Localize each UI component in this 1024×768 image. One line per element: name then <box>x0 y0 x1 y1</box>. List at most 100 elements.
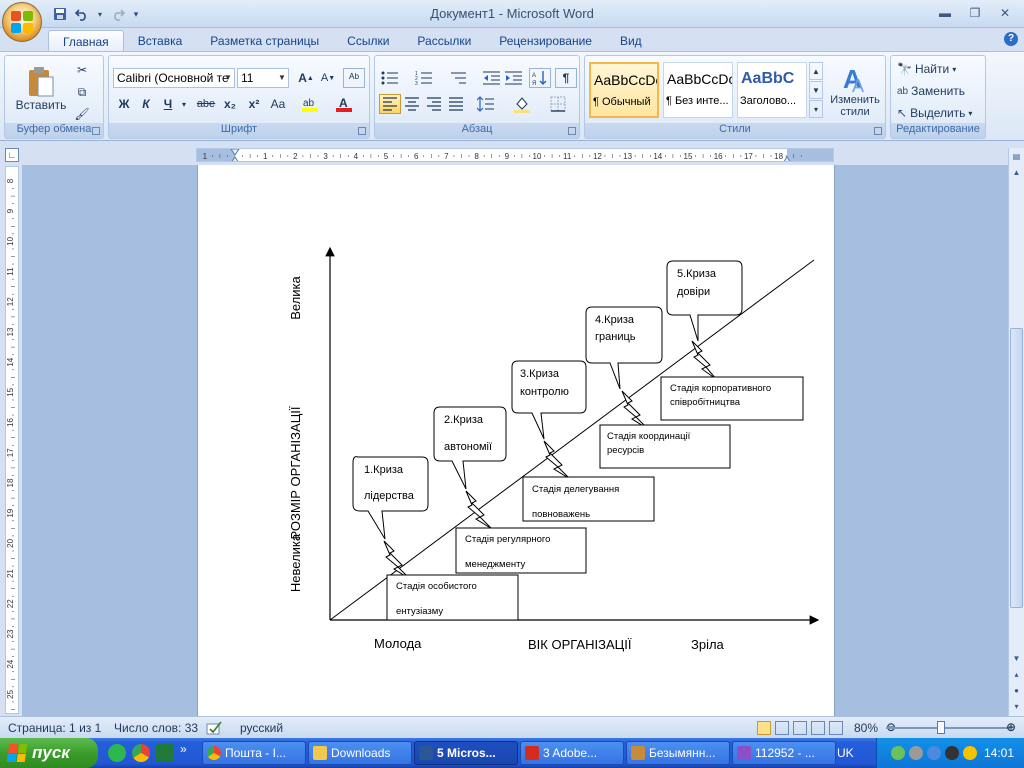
superscript-button[interactable]: x² <box>243 94 265 114</box>
font-name-combo[interactable]: Calibri (Основной те ▼ <box>113 68 235 88</box>
shading-icon[interactable] <box>511 94 533 114</box>
justify-icon[interactable] <box>445 94 467 114</box>
taskbar-item-winrar[interactable]: 112952 - ... <box>732 741 836 765</box>
sort-icon[interactable]: AЯ <box>529 68 551 88</box>
tab-insert[interactable]: Вставка <box>124 30 197 52</box>
font-color-icon[interactable]: A <box>333 94 355 114</box>
print-layout-icon[interactable] <box>757 721 771 735</box>
align-center-icon[interactable] <box>401 94 423 114</box>
scroll-down-icon[interactable]: ▼ <box>1010 652 1023 665</box>
zoom-slider-thumb[interactable] <box>937 721 945 734</box>
underline-dropdown-icon[interactable]: ▾ <box>179 94 189 114</box>
restore-icon[interactable]: ❐ <box>962 4 988 22</box>
document-area[interactable]: РОЗМІР ОРГАНІЗАЦІЇ Велика Невелика Молод… <box>22 165 1008 716</box>
taskbar-item-word[interactable]: 5 Micros... <box>414 741 518 765</box>
tab-selector-icon[interactable]: ∟ <box>5 148 19 162</box>
font-launcher-icon[interactable] <box>358 127 366 135</box>
style-normal[interactable]: AaBbCcDc ¶ Обычный <box>589 62 659 118</box>
start-button[interactable]: пуск <box>0 738 98 768</box>
scrollbar-thumb[interactable] <box>1010 328 1023 608</box>
italic-button[interactable]: К <box>135 94 157 114</box>
page-count[interactable]: Страница: 1 из 1 <box>8 721 101 735</box>
bold-button[interactable]: Ж <box>113 94 135 114</box>
strikethrough-button[interactable]: abe <box>195 94 217 114</box>
replace-button[interactable]: ab Заменить <box>897 82 965 100</box>
select-button[interactable]: ↖ Выделить ▾ <box>897 104 972 122</box>
numbering-icon[interactable]: 123 <box>413 68 435 88</box>
chrome-icon[interactable] <box>132 744 150 762</box>
decrease-indent-icon[interactable] <box>481 68 503 88</box>
minimize-icon[interactable]: ▬ <box>932 4 958 22</box>
change-styles-button[interactable]: AA Изменить стили <box>825 60 885 122</box>
office-button[interactable] <box>2 2 42 42</box>
security-icon[interactable] <box>963 746 977 760</box>
grow-font-icon[interactable]: A ▲ <box>295 68 317 88</box>
info-icon[interactable] <box>927 746 941 760</box>
style-no-spacing[interactable]: AaBbCcDc ¶ Без инте... <box>663 62 733 118</box>
word-count[interactable]: Число слов: 33 <box>114 721 198 735</box>
find-button[interactable]: 🔭 Найти ▾ <box>897 60 956 78</box>
volume-icon[interactable] <box>945 746 959 760</box>
outline-icon[interactable] <box>811 721 825 735</box>
multilevel-list-icon[interactable] <box>447 68 469 88</box>
clipboard-launcher-icon[interactable] <box>92 127 100 135</box>
tab-mailings[interactable]: Рассылки <box>403 30 485 52</box>
paste-button[interactable]: Вставить <box>11 60 71 118</box>
increase-indent-icon[interactable] <box>503 68 525 88</box>
style-heading[interactable]: AaBbC Заголово... <box>737 62 807 118</box>
change-case-button[interactable]: Aa <box>267 94 289 114</box>
full-screen-reading-icon[interactable] <box>775 721 789 735</box>
keyboard-language[interactable]: UK <box>837 746 854 760</box>
tab-view[interactable]: Вид <box>606 30 656 52</box>
cut-icon[interactable]: ✂ <box>71 60 93 80</box>
ruler-toggle-icon[interactable]: ▤ <box>1010 150 1023 163</box>
language-indicator[interactable]: русский <box>240 721 283 735</box>
vertical-ruler[interactable]: 8 9 10 11 12 13 14 15 16 17 18 19 20 21 22 23 24 25 <box>5 166 19 714</box>
borders-icon[interactable] <box>547 94 569 114</box>
tab-page-layout[interactable]: Разметка страницы <box>196 30 333 52</box>
highlight-icon[interactable]: ab <box>299 94 321 114</box>
web-layout-icon[interactable] <box>793 721 807 735</box>
previous-page-icon[interactable]: ▴ <box>1010 668 1023 681</box>
next-page-icon[interactable]: ▾ <box>1010 700 1023 713</box>
vertical-scrollbar[interactable]: ▤ ▲ ▼ ▴ ● ▾ <box>1008 148 1024 716</box>
underline-button[interactable]: Ч <box>157 94 179 114</box>
styles-launcher-icon[interactable] <box>874 127 882 135</box>
spelling-check-icon[interactable] <box>206 721 224 738</box>
styles-scroll-up-icon[interactable]: ▲ <box>809 62 823 80</box>
taskbar-item-downloads[interactable]: Downloads <box>308 741 412 765</box>
more-quick-launch-icon[interactable]: » <box>180 742 187 756</box>
tab-references[interactable]: Ссылки <box>333 30 403 52</box>
show-formatting-icon[interactable]: ¶ <box>555 68 577 88</box>
tab-home[interactable]: Главная <box>48 30 124 52</box>
zoom-slider[interactable] <box>886 727 1010 729</box>
subscript-button[interactable]: x₂ <box>219 94 241 114</box>
copy-icon[interactable]: ⧉ <box>71 82 93 102</box>
tab-review[interactable]: Рецензирование <box>485 30 606 52</box>
align-right-icon[interactable] <box>423 94 445 114</box>
styles-more-icon[interactable]: ▾ <box>809 100 823 118</box>
excel-icon[interactable] <box>156 744 174 762</box>
zoom-level[interactable]: 80% <box>854 721 878 735</box>
shrink-font-icon[interactable]: A ▼ <box>317 68 339 88</box>
format-painter-icon[interactable]: 🖌 <box>71 104 93 124</box>
scroll-up-icon[interactable]: ▲ <box>1010 166 1023 179</box>
align-left-icon[interactable] <box>379 94 401 114</box>
font-size-combo[interactable]: 11 ▼ <box>237 68 289 88</box>
help-icon[interactable]: ? <box>1004 32 1018 46</box>
close-icon[interactable]: ✕ <box>992 4 1018 22</box>
browse-object-icon[interactable]: ● <box>1010 684 1023 697</box>
utorrent-icon[interactable] <box>108 744 126 762</box>
clear-formatting-icon[interactable]: ᴬᵇ <box>343 68 365 88</box>
draft-icon[interactable] <box>829 721 843 735</box>
taskbar-item-paint[interactable]: Безымянн... <box>626 741 730 765</box>
paragraph-launcher-icon[interactable] <box>568 127 576 135</box>
bullets-icon[interactable] <box>379 68 401 88</box>
horizontal-ruler[interactable]: 1 1 2 3 4 5 6 7 8 9 10 11 12 13 14 15 16 17 18 <box>196 148 834 162</box>
document-page[interactable]: РОЗМІР ОРГАНІЗАЦІЇ Велика Невелика Молод… <box>197 165 835 716</box>
zoom-in-icon[interactable]: ⊕ <box>1006 720 1016 734</box>
network-icon[interactable] <box>891 746 905 760</box>
line-spacing-icon[interactable] <box>475 94 497 114</box>
taskbar-item-mail[interactable]: Пошта - I... <box>202 741 306 765</box>
antivirus-icon[interactable] <box>909 746 923 760</box>
